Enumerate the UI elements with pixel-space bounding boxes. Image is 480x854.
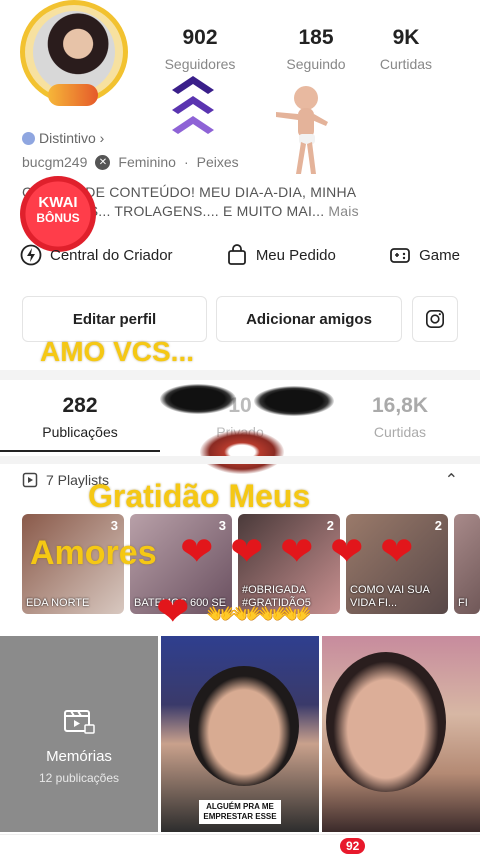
playlist-count: 3 xyxy=(110,518,118,533)
lightning-icon xyxy=(20,244,42,266)
video-lock-icon xyxy=(64,710,95,734)
kwai-bonus-button[interactable]: KWAI BÔNUS xyxy=(20,176,96,252)
playlist-icon xyxy=(22,472,38,488)
face-photo xyxy=(189,666,299,786)
section-divider xyxy=(0,370,480,380)
heart-icon: ❤ xyxy=(230,530,264,574)
heart-icon: ❤ xyxy=(330,530,364,574)
profile-meta: bucgm249 ✕ Feminino · Peixes xyxy=(22,154,239,170)
creator-center-button[interactable]: Central do Criador xyxy=(20,244,173,266)
chevron-up-icon[interactable]: ⌃ xyxy=(445,470,458,490)
instagram-icon xyxy=(426,310,444,328)
raised-hands-icon: 👐 xyxy=(282,601,312,628)
dancing-baby-sticker xyxy=(276,86,328,174)
stat-value: 902 xyxy=(182,26,218,49)
quick-action-label: Game xyxy=(419,246,460,264)
distintivo-label: Distintivo › xyxy=(39,130,105,146)
overlay-text-gratidao: Gratidão Meus xyxy=(88,478,311,514)
notification-badge: 92 xyxy=(340,838,366,854)
stat-label: Curtidas xyxy=(379,56,433,72)
zodiac-sign: Peixes xyxy=(196,154,239,170)
quick-action-label: Central do Criador xyxy=(50,246,173,264)
tab-count: 282 xyxy=(62,394,98,417)
tab-label: Publicações xyxy=(42,424,118,440)
stat-value: 185 xyxy=(298,26,334,49)
memories-subtitle: 12 publicações xyxy=(38,771,120,785)
video-caption: ALGUÉM PRA ME EMPRESTAR ESSE xyxy=(199,800,281,824)
overlay-text-amo: AMO VCS... xyxy=(40,336,195,367)
instagram-button[interactable] xyxy=(412,296,458,342)
badge-icon xyxy=(22,131,35,145)
eye-sticker-right xyxy=(254,386,334,416)
playlist-count: 2 xyxy=(434,518,442,533)
mouth-sticker xyxy=(200,430,284,474)
username: bucgm249 xyxy=(22,154,88,170)
heart-icon: ❤ xyxy=(280,530,314,574)
quick-action-label: Meu Pedido xyxy=(255,246,336,264)
stat-label: Seguidores xyxy=(164,56,236,72)
heart-icon: ❤ xyxy=(180,530,214,574)
stat-likes[interactable]: 9K Curtidas xyxy=(356,26,456,72)
playlist-card[interactable]: FI xyxy=(454,514,480,614)
tab-publications[interactable]: 282 Publicações xyxy=(0,394,160,440)
playlist-caption: COMO VAI SUA VIDA FI... xyxy=(350,584,430,609)
avatar-frame-badge xyxy=(48,84,98,106)
eye-sticker-left xyxy=(160,384,236,414)
heart-icon: ❤ xyxy=(156,590,190,634)
quick-actions-row: Central do Criador Meu Pedido Game xyxy=(20,244,460,266)
bag-icon xyxy=(227,244,246,265)
video-thumbnail[interactable]: ALGUÉM PRA ME EMPRESTAR ESSE xyxy=(161,636,319,832)
game-button[interactable]: Game xyxy=(389,244,460,266)
section-divider xyxy=(0,456,480,464)
tab-likes[interactable]: 16,8K Curtidas xyxy=(320,394,480,440)
gamepad-icon xyxy=(390,248,411,263)
bottom-navigation xyxy=(0,834,480,854)
chevrons-up-sticker xyxy=(172,76,214,134)
stat-followers[interactable]: 902 Seguidores xyxy=(150,26,250,72)
overlay-text-amores: Amores xyxy=(30,534,157,572)
avatar-photo xyxy=(33,11,115,93)
stat-following[interactable]: 185 Seguindo xyxy=(266,26,366,72)
close-icon: ✕ xyxy=(95,154,111,170)
stat-label: Seguindo xyxy=(286,56,346,72)
video-thumbnail[interactable] xyxy=(322,636,480,832)
add-friends-button[interactable]: Adicionar amigos xyxy=(216,296,402,342)
bio-more-link[interactable]: Mais xyxy=(328,203,358,219)
active-tab-indicator xyxy=(0,450,160,452)
tab-label: Curtidas xyxy=(373,424,427,440)
playlist-caption: FI xyxy=(458,597,468,609)
tab-count: 16,8K xyxy=(371,394,429,417)
my-order-button[interactable]: Meu Pedido xyxy=(226,244,336,266)
separator-dot: · xyxy=(183,154,189,170)
face-photo xyxy=(326,652,446,792)
stat-value: 9K xyxy=(392,26,420,49)
memories-title: Memórias xyxy=(46,748,112,765)
distintivo-link[interactable]: Distintivo › xyxy=(22,130,104,146)
kwai-bonus-line2: BÔNUS xyxy=(36,211,80,225)
playlist-caption: EDA NORTE xyxy=(26,597,90,609)
playlist-count: 3 xyxy=(218,518,226,533)
kwai-bonus-line1: KWAI xyxy=(38,194,78,211)
gender: Feminino xyxy=(118,154,176,170)
heart-icon: ❤ xyxy=(380,530,414,574)
memories-tile[interactable]: Memórias 12 publicações xyxy=(0,636,158,832)
